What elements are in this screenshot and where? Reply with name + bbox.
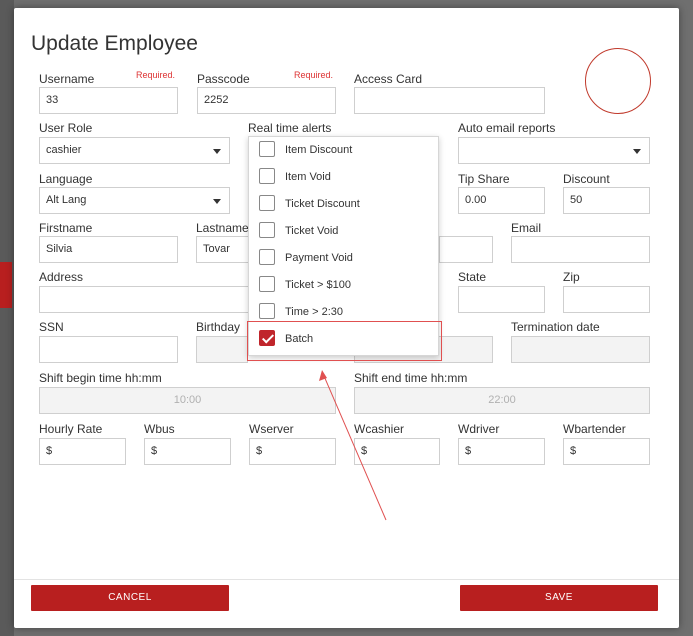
lastname-label: Lastname bbox=[196, 221, 249, 235]
wcashier-label: Wcashier bbox=[354, 422, 405, 436]
alert-option-label: Item Void bbox=[285, 171, 331, 183]
termination-date-label: Termination date bbox=[511, 320, 600, 334]
wserver-input[interactable]: $ bbox=[249, 438, 336, 465]
auto-email-reports-select[interactable] bbox=[458, 137, 650, 164]
email-label: Email bbox=[511, 221, 542, 235]
wdriver-input[interactable]: $ bbox=[458, 438, 545, 465]
real-time-alerts-label: Real time alerts bbox=[248, 121, 332, 135]
username-label: Username bbox=[39, 72, 95, 86]
chevron-down-icon bbox=[633, 149, 641, 154]
passcode-required: Required. bbox=[294, 70, 334, 80]
annotation-highlight-box bbox=[247, 321, 442, 361]
zip-label: Zip bbox=[563, 270, 580, 284]
alert-option-ticket-over-100[interactable]: Ticket > $100 bbox=[249, 272, 438, 299]
checkbox[interactable] bbox=[259, 303, 275, 319]
avatar-upload[interactable] bbox=[585, 48, 651, 114]
save-button[interactable]: SAVE bbox=[460, 585, 658, 611]
user-role-select[interactable]: cashier bbox=[39, 137, 230, 164]
hourly-rate-input[interactable]: $ bbox=[39, 438, 126, 465]
username-input[interactable]: 33 bbox=[39, 87, 178, 114]
address-input[interactable] bbox=[39, 286, 249, 313]
ssn-label: SSN bbox=[39, 320, 64, 334]
language-select[interactable]: Alt Lang bbox=[39, 187, 230, 214]
wbartender-label: Wbartender bbox=[563, 422, 626, 436]
shift-begin-input[interactable]: 10:00 bbox=[39, 387, 336, 414]
alert-option-ticket-void[interactable]: Ticket Void bbox=[249, 218, 438, 245]
chevron-down-icon bbox=[213, 199, 221, 204]
shift-end-label: Shift end time hh:mm bbox=[354, 371, 468, 385]
footer-divider bbox=[14, 579, 679, 580]
address-label: Address bbox=[39, 270, 84, 284]
alert-option-label: Item Discount bbox=[285, 144, 353, 156]
discount-input[interactable]: 50 bbox=[563, 187, 650, 214]
zip-input[interactable] bbox=[563, 286, 650, 313]
tip-share-input[interactable]: 0.00 bbox=[458, 187, 545, 214]
alert-option-label: Time > 2:30 bbox=[285, 306, 343, 318]
passcode-input[interactable]: 2252 bbox=[197, 87, 336, 114]
checkbox[interactable] bbox=[259, 222, 275, 238]
email-input[interactable] bbox=[511, 236, 650, 263]
checkbox[interactable] bbox=[259, 249, 275, 265]
birthday-input[interactable] bbox=[196, 336, 248, 363]
wbus-label: Wbus bbox=[144, 422, 175, 436]
backdrop bbox=[0, 0, 14, 636]
auto-email-reports-label: Auto email reports bbox=[458, 121, 556, 135]
wbartender-input[interactable]: $ bbox=[563, 438, 650, 465]
user-role-label: User Role bbox=[39, 121, 93, 135]
user-role-value: cashier bbox=[46, 144, 82, 156]
checkbox[interactable] bbox=[259, 195, 275, 211]
language-value: Alt Lang bbox=[46, 194, 87, 206]
state-label: State bbox=[458, 270, 487, 284]
checkbox[interactable] bbox=[259, 141, 275, 157]
termination-date-input[interactable] bbox=[511, 336, 650, 363]
update-employee-dialog: Update Employee Username Required. 33 Pa… bbox=[14, 8, 679, 628]
alert-option-label: Payment Void bbox=[285, 252, 353, 264]
alert-option-label: Ticket Discount bbox=[285, 198, 360, 210]
checkbox[interactable] bbox=[259, 168, 275, 184]
wbus-input[interactable]: $ bbox=[144, 438, 231, 465]
shift-begin-label: Shift begin time hh:mm bbox=[39, 371, 162, 385]
chevron-down-icon bbox=[213, 149, 221, 154]
language-label: Language bbox=[39, 172, 93, 186]
cancel-button[interactable]: CANCEL bbox=[31, 585, 229, 611]
state-input[interactable] bbox=[458, 286, 545, 313]
discount-label: Discount bbox=[563, 172, 610, 186]
alert-option-ticket-discount[interactable]: Ticket Discount bbox=[249, 191, 438, 218]
tip-share-label: Tip Share bbox=[458, 172, 510, 186]
firstname-label: Firstname bbox=[39, 221, 93, 235]
birthday-label: Birthday bbox=[196, 320, 241, 334]
username-required: Required. bbox=[136, 70, 176, 80]
alert-option-item-void[interactable]: Item Void bbox=[249, 164, 438, 191]
ssn-input[interactable] bbox=[39, 336, 178, 363]
phone-input[interactable] bbox=[439, 236, 493, 263]
firstname-input[interactable]: Silvia bbox=[39, 236, 178, 263]
alert-option-label: Ticket > $100 bbox=[285, 279, 351, 291]
lastname-input[interactable]: Tovar bbox=[196, 236, 256, 263]
hourly-rate-label: Hourly Rate bbox=[39, 422, 103, 436]
access-card-input[interactable] bbox=[354, 87, 545, 114]
wdriver-label: Wdriver bbox=[458, 422, 500, 436]
shift-end-input[interactable]: 22:00 bbox=[354, 387, 650, 414]
alert-option-label: Ticket Void bbox=[285, 225, 339, 237]
wcashier-input[interactable]: $ bbox=[354, 438, 440, 465]
alert-option-payment-void[interactable]: Payment Void bbox=[249, 245, 438, 272]
backdrop-tab bbox=[0, 262, 12, 308]
passcode-label: Passcode bbox=[197, 72, 250, 86]
wserver-label: Wserver bbox=[249, 422, 294, 436]
dialog-title: Update Employee bbox=[31, 32, 198, 55]
access-card-label: Access Card bbox=[354, 72, 423, 86]
alert-option-item-discount[interactable]: Item Discount bbox=[249, 137, 438, 164]
checkbox[interactable] bbox=[259, 276, 275, 292]
